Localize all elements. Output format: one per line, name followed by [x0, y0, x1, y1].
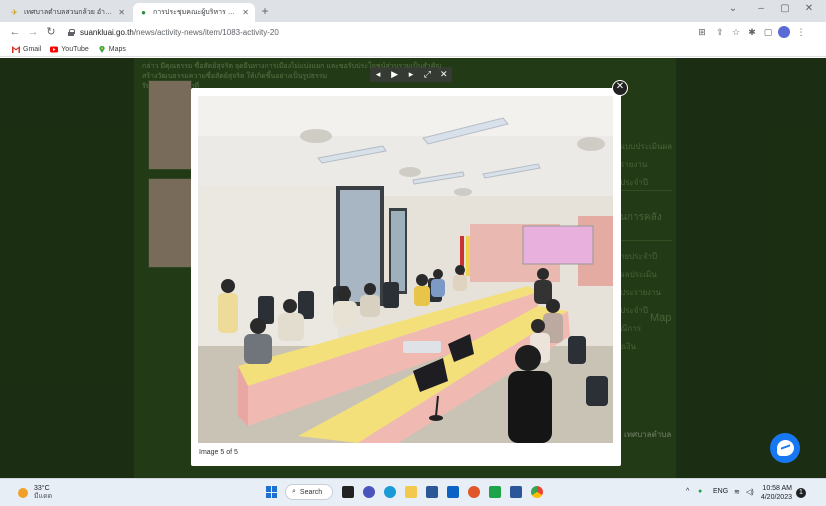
address-bar[interactable]: suankluai.go.th/news/activity-news/item/… — [62, 24, 682, 40]
word-icon[interactable] — [510, 486, 522, 498]
browser-tab[interactable]: ✈ เทศบาลตำบลสวนกล้วย อำเภอบ้านโป่ง ✕ — [4, 3, 131, 22]
back-icon[interactable]: ← — [8, 25, 22, 39]
taskbar-search[interactable]: ⌕ Search — [285, 484, 333, 500]
play-icon[interactable]: ▶ — [388, 69, 402, 80]
clock-time: 10:58 AM — [762, 485, 792, 492]
image-counter: Image 5 of 5 — [199, 449, 238, 456]
tab-search-icon[interactable]: ⌄ — [723, 3, 743, 14]
lightbox-image — [198, 96, 613, 443]
url-path: /news/activity-news/item/1083-activity-2… — [133, 27, 279, 37]
clock-date: 4/20/2023 — [760, 494, 792, 501]
search-label: Search — [299, 488, 323, 496]
reload-icon[interactable]: ↻ — [44, 25, 58, 39]
tab-title: เทศบาลตำบลสวนกล้วย อำเภอบ้านโป่ง — [24, 9, 114, 16]
bookmark-maps[interactable]: Maps — [98, 45, 126, 53]
extensions-icon[interactable]: ✱ — [746, 26, 758, 38]
messenger-icon — [776, 440, 794, 456]
close-window-button[interactable]: ✕ — [799, 3, 819, 14]
browser-toolbar: ← → ↻ suankluai.go.th/news/activity-news… — [0, 22, 826, 42]
menu-kebab-icon[interactable]: ⋮ — [795, 26, 807, 38]
url-host: suankluai.go.th — [80, 27, 134, 37]
chrome-icon[interactable] — [531, 486, 543, 498]
forward-icon[interactable]: → — [26, 25, 40, 39]
mail-icon[interactable] — [447, 486, 459, 498]
input-language[interactable]: ENG — [713, 488, 728, 495]
fullscreen-icon[interactable]: ⤢ — [420, 69, 434, 80]
translate-icon[interactable]: ⊞ — [696, 26, 708, 38]
show-hidden-icons[interactable]: ^ — [686, 488, 689, 495]
weather-widget[interactable]: 33°C มีแดด — [18, 485, 52, 501]
system-clock[interactable]: 10:58 AM 4/20/2023 — [758, 484, 792, 502]
tab-title: การประชุมคณะผู้บริหาร พนักงานเทศบาล — [153, 9, 238, 16]
bookmark-label: Maps — [108, 45, 126, 53]
lightbox-close-button[interactable]: ✕ — [612, 80, 628, 96]
sun-icon — [18, 488, 28, 498]
maximize-button[interactable]: ▢ — [775, 3, 795, 14]
windows-start-icon[interactable] — [266, 486, 278, 498]
next-icon[interactable]: ▸ — [404, 69, 418, 80]
gmail-icon — [12, 45, 20, 53]
search-icon: ⌕ — [292, 488, 296, 495]
bookmark-youtube[interactable]: YouTube — [50, 46, 89, 53]
browser-tab-active[interactable]: ● การประชุมคณะผู้บริหาร พนักงานเทศบาล ✕ — [133, 3, 255, 22]
store-icon[interactable] — [426, 486, 438, 498]
line-app-icon[interactable] — [489, 486, 501, 498]
temperature: 33°C — [34, 485, 50, 492]
wifi-icon[interactable]: ≋ — [734, 488, 740, 496]
bookmark-label: Gmail — [23, 45, 42, 53]
share-icon[interactable]: ⇪ — [714, 26, 726, 38]
bookmark-star-icon[interactable]: ☆ — [730, 26, 742, 38]
prev-icon[interactable]: ◂ — [371, 69, 385, 80]
lightbox-toolbar: ◂ ▶ ▸ ⤢ ✕ — [370, 67, 452, 82]
windows-taskbar: 33°C มีแดด ⌕ Search ^ ● ENG ≋ ◁) 10:58 A… — [0, 478, 826, 506]
close-icon[interactable]: ✕ — [437, 69, 451, 80]
chat-app-icon[interactable] — [363, 486, 375, 498]
file-explorer-icon[interactable] — [405, 486, 417, 498]
youtube-icon — [50, 46, 59, 52]
messenger-chat-button[interactable] — [770, 433, 800, 463]
site-favicon-icon: ● — [141, 8, 146, 17]
side-panel-icon[interactable]: ▢ — [762, 26, 774, 38]
maps-icon — [99, 45, 105, 53]
edge-icon[interactable] — [384, 486, 396, 498]
new-tab-button[interactable]: + — [258, 4, 272, 18]
bookmark-gmail[interactable]: Gmail — [12, 45, 42, 53]
tab-close-icon[interactable]: ✕ — [242, 8, 249, 17]
browser-tab-strip: ✈ เทศบาลตำบลสวนกล้วย อำเภอบ้านโป่ง ✕ ● ก… — [0, 0, 826, 22]
firefox-icon[interactable] — [468, 486, 480, 498]
profile-avatar[interactable] — [778, 26, 790, 38]
bird-favicon-icon: ✈ — [11, 8, 18, 17]
line-tray-icon[interactable]: ● — [698, 488, 702, 495]
bookmark-label: YouTube — [61, 45, 89, 53]
bookmarks-bar: Gmail YouTube Maps — [0, 42, 826, 57]
notification-badge[interactable]: 1 — [796, 488, 806, 498]
task-view-icon[interactable] — [342, 486, 354, 498]
weather-description: มีแดด — [34, 493, 53, 500]
minimize-button[interactable]: – — [751, 3, 771, 14]
volume-icon[interactable]: ◁) — [746, 488, 754, 496]
tab-close-icon[interactable]: ✕ — [118, 8, 125, 17]
lock-icon — [68, 28, 75, 36]
